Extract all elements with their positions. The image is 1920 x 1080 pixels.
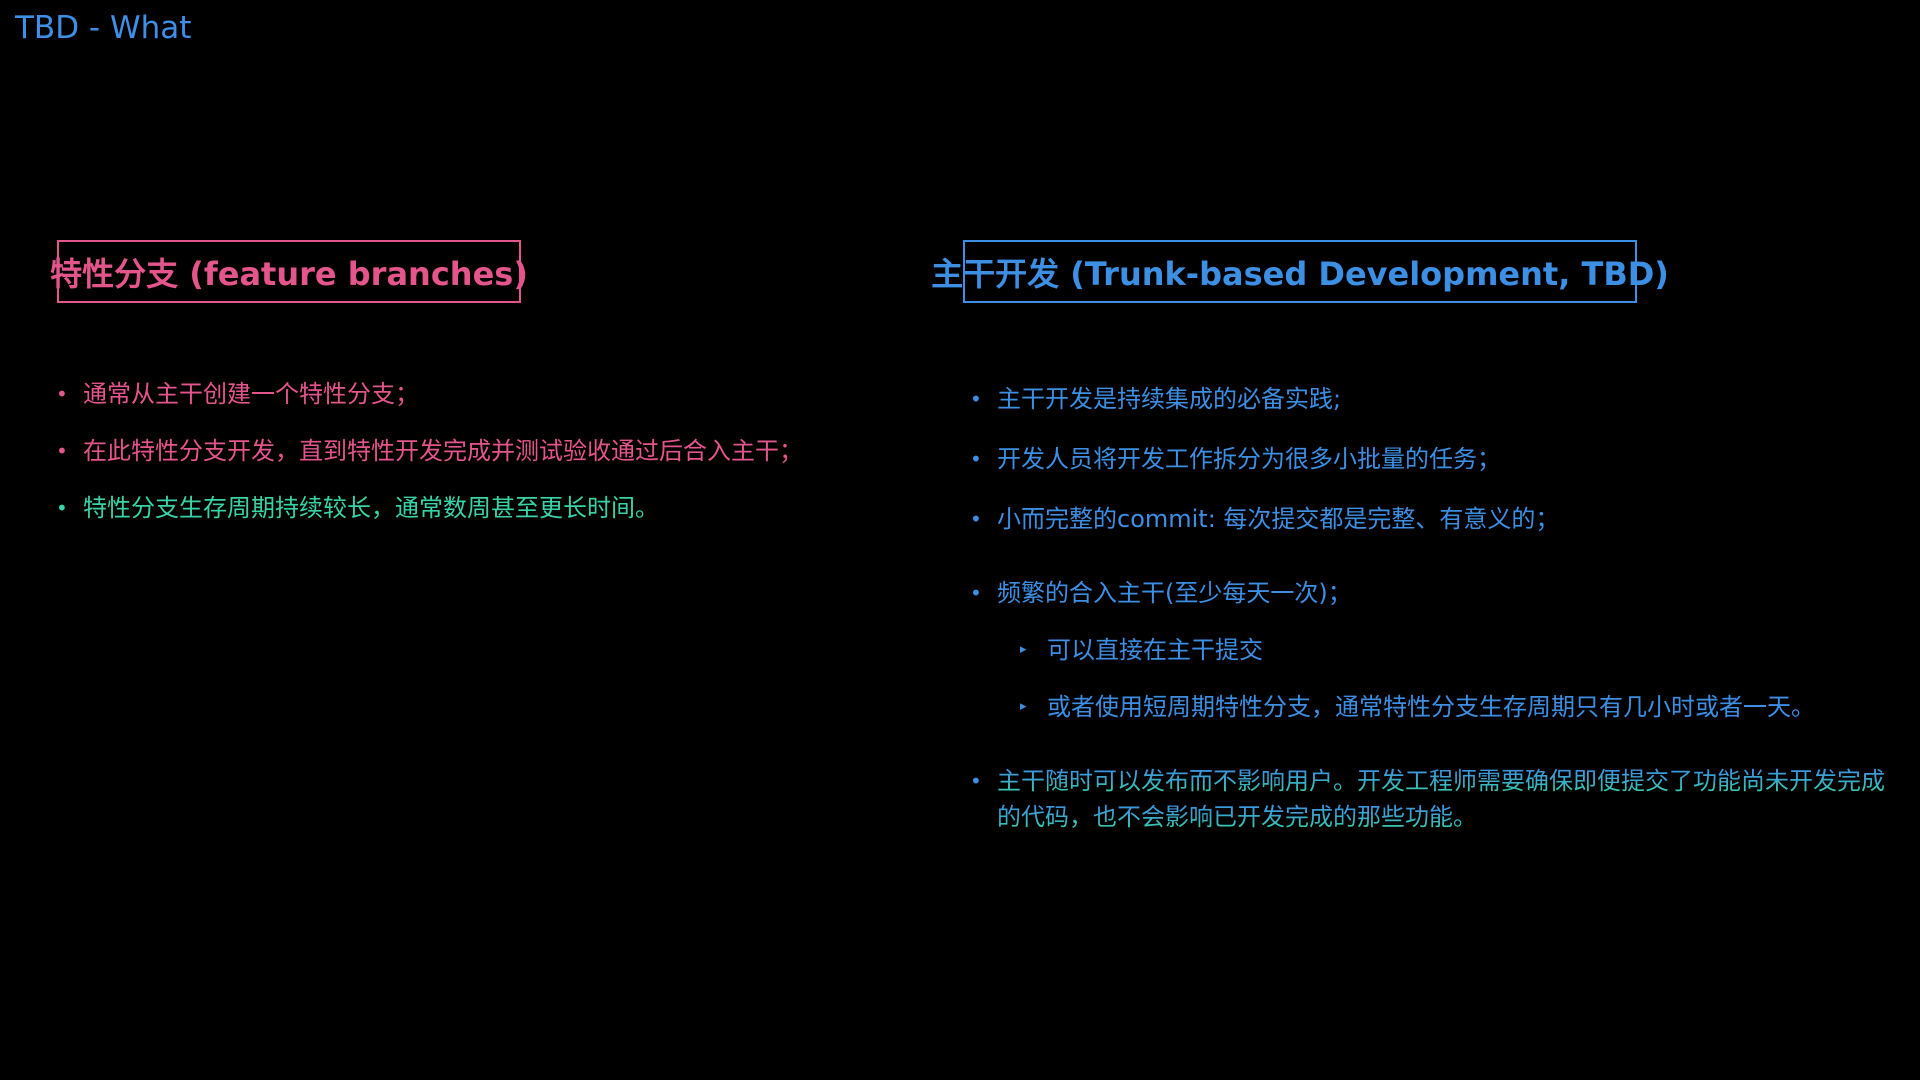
list-item: • 主干随时可以发布而不影响用户。开发工程师需要确保即便提交了功能尚未开发完成的… xyxy=(970,763,1897,835)
feature-branches-heading-box: 特性分支 (feature branches) xyxy=(50,240,528,303)
trunk-development-heading-box: 主干开发 (Trunk-based Development, TBD) xyxy=(931,240,1669,303)
list-item: • 小而完整的commit: 每次提交都是完整、有意义的； xyxy=(970,501,1897,537)
sub-list-item-text: 或者使用短周期特性分支，通常特性分支生存周期只有几小时或者一天。 xyxy=(1047,693,1815,721)
slide-title: TBD - What xyxy=(15,10,192,46)
feature-branches-heading: 特性分支 (feature branches) xyxy=(50,254,528,293)
bullet-icon: • xyxy=(56,439,68,463)
list-item: • 主干开发是持续集成的必备实践; xyxy=(970,381,1897,417)
list-item: • 通常从主干创建一个特性分支； xyxy=(56,376,803,412)
bullet-icon: • xyxy=(970,447,982,471)
bullet-icon: • xyxy=(56,382,68,406)
bullet-icon: • xyxy=(56,496,68,520)
list-item-text: 通常从主干创建一个特性分支； xyxy=(83,380,419,408)
list-item: • 频繁的合入主干(至少每天一次)； xyxy=(970,575,1897,611)
triangle-bullet-icon: ▸ xyxy=(1020,642,1027,657)
list-item-text: 频繁的合入主干(至少每天一次)； xyxy=(997,579,1352,607)
list-item-text: 开发人员将开发工作拆分为很多小批量的任务； xyxy=(997,445,1501,473)
trunk-development-heading: 主干开发 (Trunk-based Development, TBD) xyxy=(931,254,1669,293)
list-item-text: 特性分支生存周期持续较长，通常数周甚至更长时间。 xyxy=(83,494,659,522)
list-item-text: 在此特性分支开发，直到特性开发完成并测试验收通过后合入主干； xyxy=(83,437,803,465)
triangle-bullet-icon: ▸ xyxy=(1020,699,1027,714)
sub-list-item-text: 可以直接在主干提交 xyxy=(1047,636,1263,664)
list-item: • 在此特性分支开发，直到特性开发完成并测试验收通过后合入主干； xyxy=(56,433,803,469)
bullet-icon: • xyxy=(970,581,982,605)
sub-list-item: ▸ 可以直接在主干提交 xyxy=(1020,632,1897,668)
bullet-icon: • xyxy=(970,507,982,531)
list-item: • 开发人员将开发工作拆分为很多小批量的任务； xyxy=(970,441,1897,477)
list-item-text: 小而完整的commit: 每次提交都是完整、有意义的； xyxy=(997,505,1560,533)
list-item: • 特性分支生存周期持续较长，通常数周甚至更长时间。 xyxy=(56,490,803,526)
feature-branches-list: • 通常从主干创建一个特性分支； • 在此特性分支开发，直到特性开发完成并测试验… xyxy=(56,376,803,547)
list-item-text: 主干随时可以发布而不影响用户。开发工程师需要确保即便提交了功能尚未开发完成的代码… xyxy=(997,767,1885,831)
trunk-development-list: • 主干开发是持续集成的必备实践; • 开发人员将开发工作拆分为很多小批量的任务… xyxy=(970,381,1897,835)
list-item-text: 主干开发是持续集成的必备实践; xyxy=(997,385,1342,413)
bullet-icon: • xyxy=(970,769,982,793)
sub-list-item: ▸ 或者使用短周期特性分支，通常特性分支生存周期只有几小时或者一天。 xyxy=(1020,689,1897,725)
bullet-icon: • xyxy=(970,387,982,411)
